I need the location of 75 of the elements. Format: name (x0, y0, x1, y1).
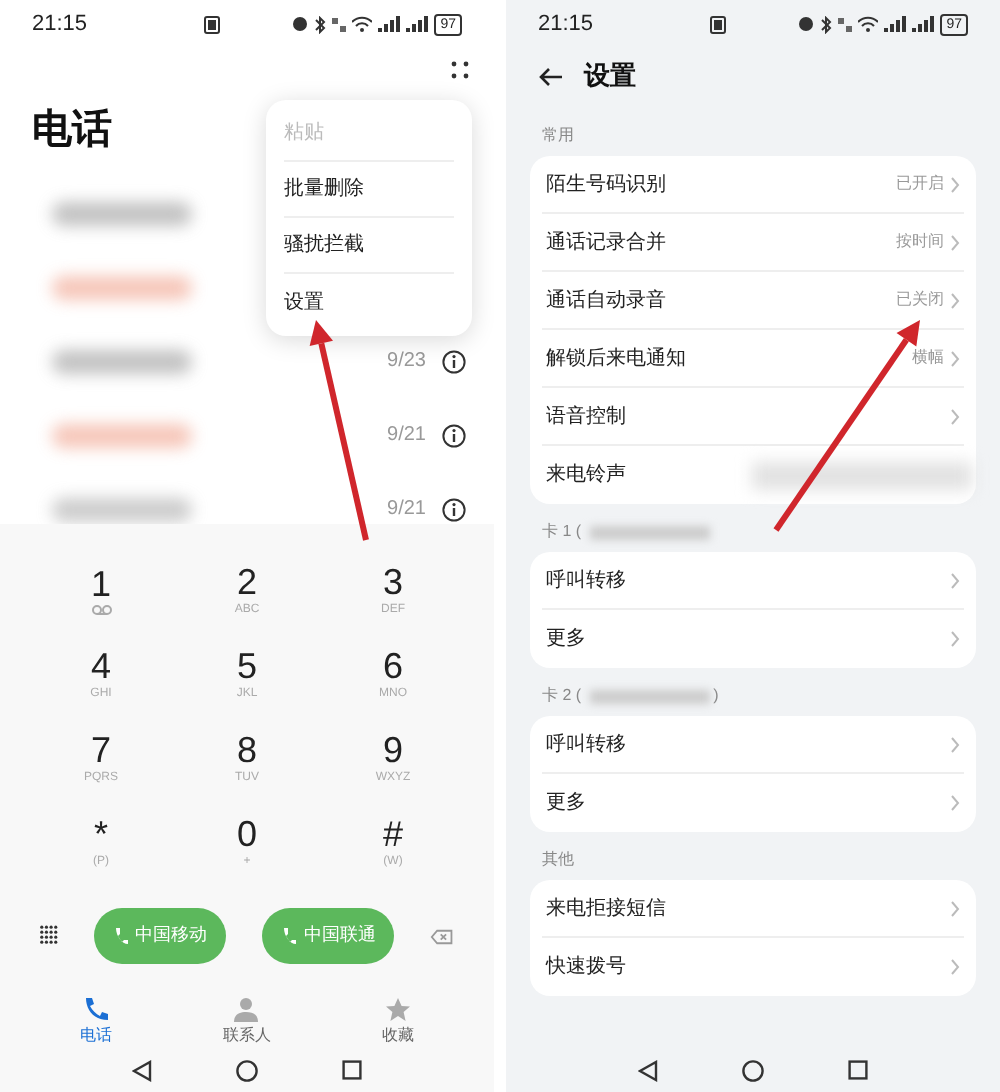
chevron-icon (950, 407, 960, 425)
backspace-icon[interactable] (430, 927, 454, 945)
person-icon (232, 996, 261, 1024)
dial-key[interactable]: 1 (28, 548, 174, 632)
status-time: 21:15 (32, 9, 90, 40)
sim-icon (710, 15, 726, 33)
menu-item[interactable]: 骚扰拦截 (284, 218, 454, 274)
settings-row[interactable]: 语音控制 (542, 388, 964, 446)
more-menu-icon[interactable] (450, 60, 470, 80)
bluetooth-icon (820, 15, 833, 33)
blurred-number (589, 689, 710, 703)
settings-row[interactable]: 更多 (542, 774, 964, 832)
back-arrow-icon[interactable] (538, 65, 564, 87)
signal-icon (884, 16, 907, 32)
section-header: 卡 2 ( (542, 684, 582, 708)
settings-row[interactable]: 呼叫转移 (542, 716, 964, 774)
settings-row[interactable]: 更多 (542, 610, 964, 668)
page-title: 设置 (584, 58, 636, 95)
wifi-icon (858, 16, 879, 32)
signal-icon (378, 16, 401, 32)
chevron-icon (950, 175, 960, 193)
blurred-contact (52, 201, 192, 225)
settings-row[interactable]: 陌生号码识别 已开启 (542, 156, 964, 214)
blurred-contact (52, 349, 192, 373)
blurred-contact (52, 423, 192, 447)
signal-icon (406, 16, 429, 32)
section-header: ) (713, 684, 719, 708)
bottom-tab[interactable]: 电话 (35, 996, 156, 1046)
blurred-contact (52, 275, 192, 299)
settings-row[interactable]: 快速拨号 (542, 938, 964, 996)
back-icon[interactable] (638, 1059, 658, 1081)
chevron-icon (950, 630, 960, 648)
section-header: 其他 (542, 848, 574, 872)
signal-icon (912, 16, 935, 32)
settings-row[interactable]: 通话记录合并 按时间 (542, 214, 964, 272)
section-header: 常用 (542, 124, 574, 148)
phone-icon (113, 926, 128, 946)
menu-item[interactable]: 批量删除 (284, 162, 454, 218)
phone-icon (81, 996, 110, 1024)
back-icon[interactable] (132, 1059, 152, 1081)
chevron-icon (950, 899, 960, 917)
chevron-icon (950, 735, 960, 753)
chevron-icon (950, 291, 960, 309)
dialpad-toggle-icon[interactable] (40, 923, 58, 949)
voicemail-icon (91, 604, 111, 616)
status-time: 21:15 (538, 9, 596, 40)
wifi-icon (352, 16, 373, 32)
page-title: 电话 (32, 106, 112, 156)
chevron-icon (950, 794, 960, 812)
phone-icon (281, 926, 296, 946)
chevron-icon (950, 233, 960, 251)
sim-icon (204, 15, 220, 33)
settings-row[interactable]: 呼叫转移 (542, 552, 964, 610)
call-date: 9/21 (387, 422, 426, 450)
chevron-icon (950, 349, 960, 367)
menu-item[interactable]: 设置 (284, 274, 454, 330)
bottom-tab[interactable]: 联系人 (186, 996, 307, 1046)
recents-icon[interactable] (848, 1060, 868, 1080)
home-icon[interactable] (236, 1059, 258, 1081)
settings-row[interactable]: 来电拒接短信 (542, 880, 964, 938)
info-icon[interactable] (442, 349, 466, 373)
info-icon[interactable] (442, 423, 466, 447)
info-icon[interactable] (442, 497, 466, 521)
bottom-tab[interactable]: 收藏 (338, 996, 459, 1046)
blurred-contact (52, 497, 192, 521)
home-icon[interactable] (742, 1059, 764, 1081)
blurred-number (589, 525, 710, 539)
section-header: 卡 1 ( (542, 520, 582, 544)
chevron-icon (950, 958, 960, 976)
call-date: 9/23 (387, 348, 426, 376)
call-date: 9/21 (387, 496, 426, 524)
star-icon (384, 996, 413, 1024)
bluetooth-icon (314, 15, 327, 33)
recents-icon[interactable] (342, 1060, 362, 1080)
chevron-icon (950, 571, 960, 589)
